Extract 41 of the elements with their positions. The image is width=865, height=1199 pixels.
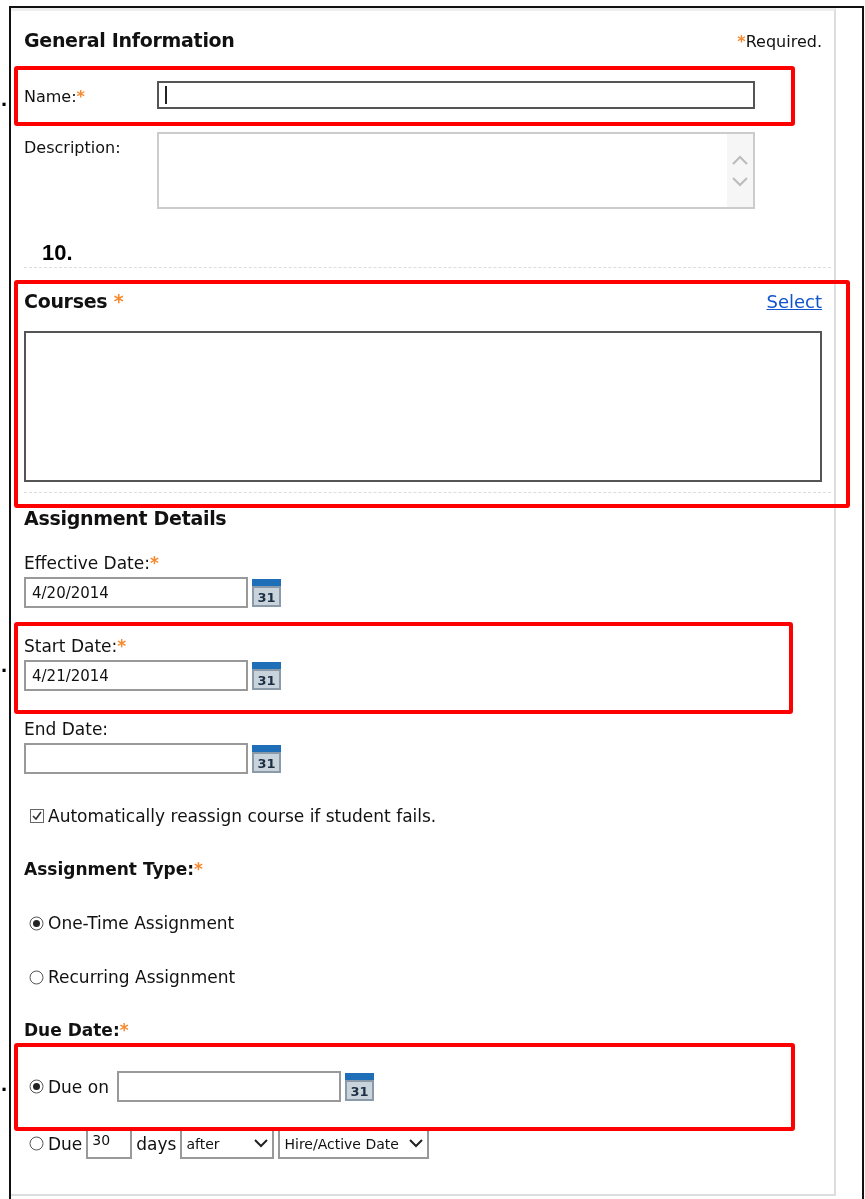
radio-button[interactable] [29,1136,44,1151]
calendar-icon[interactable]: 31 [252,578,281,607]
annotation-number: . [1,1071,8,1097]
date-field[interactable]: 4/21/2014 [24,660,248,691]
select-link[interactable]: Select [766,291,822,312]
calendar-icon[interactable]: 31 [344,1072,374,1101]
radio-button[interactable] [29,969,44,985]
radio-label: Due on [48,1076,109,1097]
field-label: Assignment Type:* [24,859,204,879]
annotation-number: 10. [42,240,73,266]
annotation-number: . [1,86,8,112]
field-label: Name:* [24,86,86,106]
checkbox[interactable] [30,809,44,823]
reference-dropdown[interactable]: Hire/Active Date [278,1128,429,1159]
due-date-field[interactable] [116,1071,341,1102]
radio-label: One-Time Assignment [48,913,235,933]
field-label: End Date: [24,719,109,741]
field-label: Effective Date:* [24,553,159,575]
calendar-icon[interactable]: 31 [252,744,281,773]
courses-list[interactable] [24,331,822,482]
date-field[interactable]: 4/20/2014 [24,577,248,608]
section-title: Assignment Details [24,507,227,529]
required-note: *Required. [737,32,822,51]
radio-label: Due [48,1133,83,1154]
checkbox-label: Automatically reassign course if student fails. [48,806,437,826]
radio-label: Recurring Assignment [48,967,236,987]
radio-button[interactable] [29,915,44,931]
field-label: Due Date:* [24,1020,130,1040]
name-field[interactable] [157,81,755,109]
field-label: Description: [24,137,122,157]
unit-label: days [136,1133,177,1154]
radio-button[interactable] [29,1079,44,1094]
section-title: Courses * [24,290,124,312]
chevron-down-icon [254,1139,269,1148]
calendar-icon[interactable]: 31 [252,661,281,690]
section-title: General Information [24,29,235,51]
field-label: Start Date:* [24,636,127,658]
annotation-number: . [1,652,8,678]
chevron-down-icon [408,1139,423,1148]
direction-dropdown[interactable]: after [180,1128,275,1159]
date-field[interactable] [24,743,248,774]
